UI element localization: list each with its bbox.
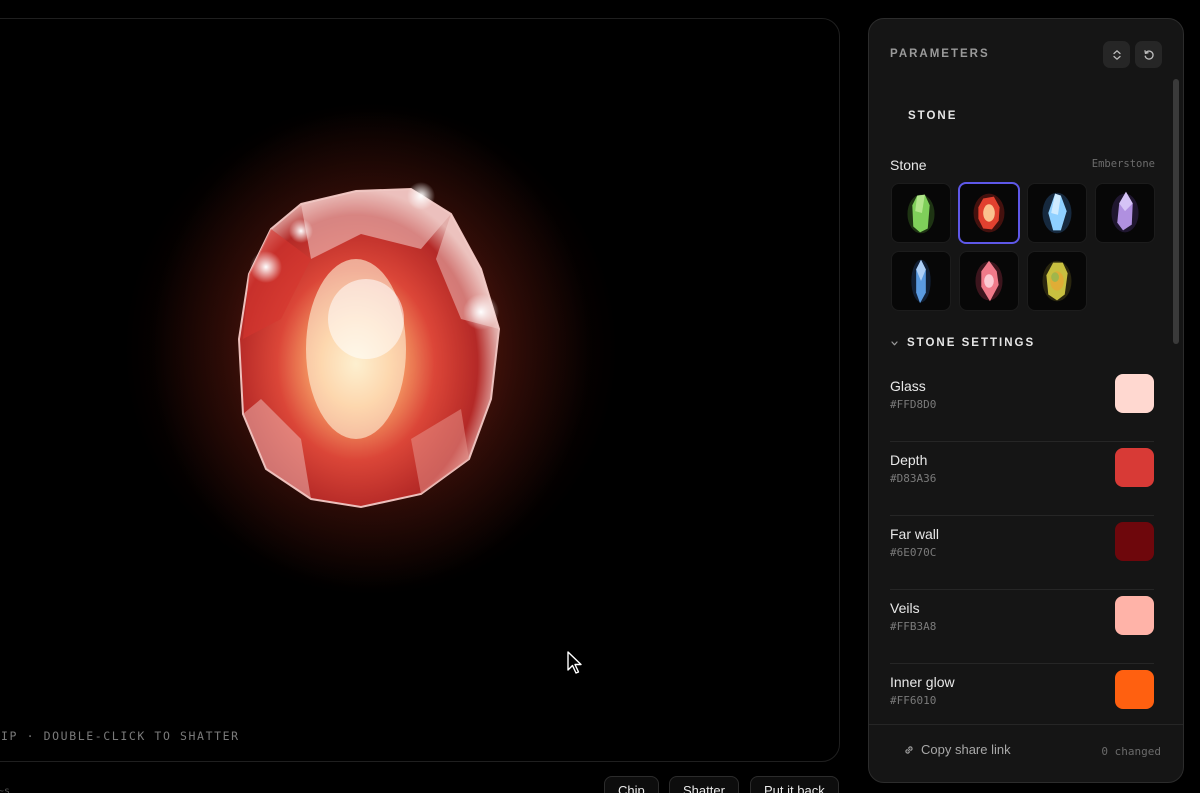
color-hex: #FFD8D0 xyxy=(890,398,937,411)
color-name: Veils xyxy=(890,600,920,616)
panel-scroll-area[interactable]: STONE Stone Emberstone STONE SETTINGS Gl… xyxy=(869,89,1171,724)
color-row-veils: Veils #FFB3A8 xyxy=(890,590,1154,664)
color-hex: #D83A36 xyxy=(890,472,937,485)
stone-viewport[interactable]: IP · DOUBLE-CLICK TO SHATTER xyxy=(0,18,840,762)
green-crystal-icon xyxy=(907,194,935,234)
panel-footer: Copy share link 0 changed xyxy=(869,724,1183,782)
panel-scrollbar[interactable] xyxy=(1173,79,1179,719)
copy-share-link-button[interactable]: Copy share link xyxy=(903,742,1011,757)
panel-header: PARAMETERS xyxy=(869,19,1183,89)
color-name: Depth xyxy=(890,452,928,468)
chevron-up-down-icon xyxy=(1112,49,1121,60)
stone-value: Emberstone xyxy=(1091,158,1155,170)
changed-count: 0 changed xyxy=(1101,745,1161,758)
reset-icon xyxy=(1143,49,1154,60)
panel-scrollbar-thumb[interactable] xyxy=(1173,79,1179,344)
reset-button[interactable] xyxy=(1135,41,1162,68)
color-hex: #6E070C xyxy=(890,546,937,559)
stone-label: Stone xyxy=(890,157,927,173)
stone-swatch-sapphire-shard[interactable] xyxy=(891,251,951,311)
ice-crystal-icon xyxy=(1042,192,1072,234)
stone-swatch-emberstone[interactable] xyxy=(958,182,1020,244)
stone-settings-header[interactable]: STONE SETTINGS xyxy=(890,337,1035,349)
share-link-label: Copy share link xyxy=(921,742,1011,757)
emberstone-icon xyxy=(973,193,1005,233)
gem-render[interactable] xyxy=(0,19,840,762)
color-row-far-wall: Far wall #6E070C xyxy=(890,516,1154,590)
mouse-cursor-icon xyxy=(567,651,582,674)
stone-swatch-amethyst[interactable] xyxy=(1095,183,1155,243)
chevron-down-icon xyxy=(891,340,898,345)
stone-settings-title: STONE SETTINGS xyxy=(907,337,1036,349)
rose-quartz-icon xyxy=(975,260,1003,302)
stone-swatch-opal[interactable] xyxy=(1027,251,1087,311)
shatter-button[interactable]: Shatter xyxy=(669,776,739,793)
parameters-panel: PARAMETERS STONE Stone Emberstone STONE … xyxy=(868,18,1184,783)
tab-stone[interactable]: STONE xyxy=(908,110,957,122)
sapphire-shard-icon xyxy=(911,259,931,304)
color-chip-glass[interactable] xyxy=(1115,374,1154,413)
put-it-back-button[interactable]: Put it back xyxy=(750,776,839,793)
viewport-hint: IP · DOUBLE-CLICK TO SHATTER xyxy=(1,729,240,743)
color-hex: #FF6010 xyxy=(890,694,937,707)
link-icon xyxy=(905,745,913,754)
amethyst-icon xyxy=(1111,191,1139,233)
color-row-inner-glow: Inner glow #FF6010 xyxy=(890,664,1154,724)
color-chip-depth[interactable] xyxy=(1115,448,1154,487)
color-hex: #FFB3A8 xyxy=(890,620,937,633)
chip-button[interactable]: Chip xyxy=(604,776,659,793)
bottom-left-text: ~s xyxy=(0,786,11,793)
color-name: Inner glow xyxy=(890,674,955,690)
stone-swatch-green-crystal[interactable] xyxy=(891,183,951,243)
color-name: Far wall xyxy=(890,526,940,542)
opal-icon xyxy=(1042,260,1072,302)
collapse-toggle-button[interactable] xyxy=(1103,41,1130,68)
color-name: Glass xyxy=(890,378,926,394)
panel-title: PARAMETERS xyxy=(890,48,990,60)
color-row-depth: Depth #D83A36 xyxy=(890,442,1154,516)
color-chip-far-wall[interactable] xyxy=(1115,522,1154,561)
color-row-glass: Glass #FFD8D0 xyxy=(890,368,1154,442)
stone-swatch-ice-crystal[interactable] xyxy=(1027,183,1087,243)
color-chip-veils[interactable] xyxy=(1115,596,1154,635)
color-chip-inner-glow[interactable] xyxy=(1115,670,1154,709)
stone-swatch-rose-quartz[interactable] xyxy=(959,251,1019,311)
